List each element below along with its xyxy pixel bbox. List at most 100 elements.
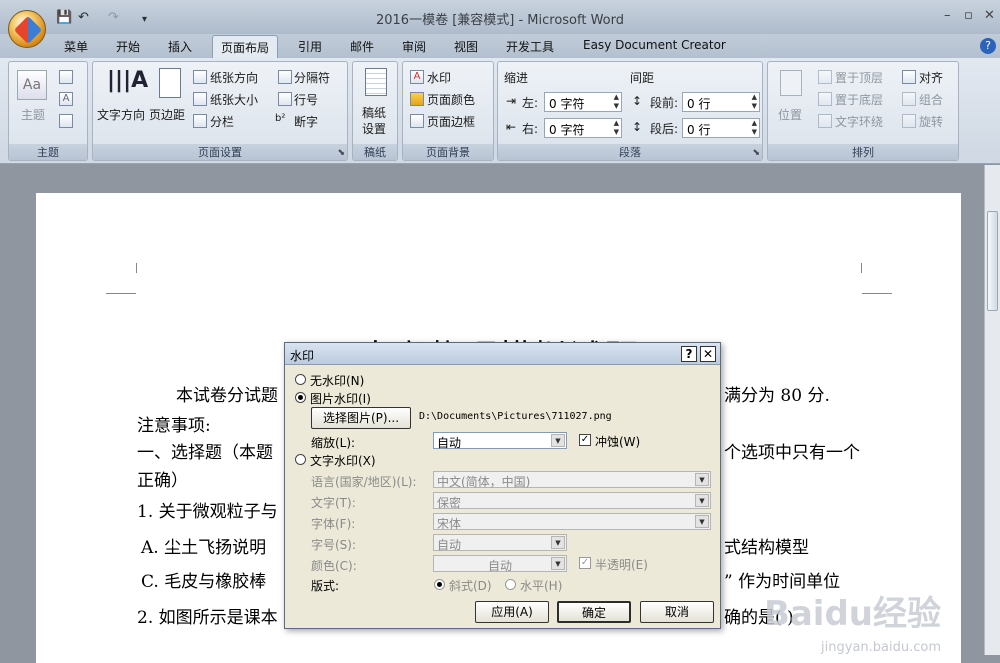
rotate-button[interactable]: 旋转 — [919, 113, 943, 130]
picture-watermark-radio[interactable] — [295, 392, 306, 403]
tab-home[interactable]: 开始 — [116, 38, 140, 55]
theme-effects-icon[interactable] — [59, 114, 73, 128]
apply-button[interactable]: 应用(A) — [475, 601, 549, 623]
doc-line-3-right: 个选项中只有一个 — [724, 443, 860, 463]
help-button[interactable]: ? — [681, 346, 697, 362]
select-picture-button[interactable]: 选择图片(P)... — [311, 407, 411, 429]
horizontal-radio[interactable] — [505, 579, 516, 590]
tab-mailings[interactable]: 邮件 — [350, 38, 374, 55]
text-wrap-icon — [818, 114, 832, 128]
scale-select[interactable]: 自动 ▼ — [433, 432, 567, 450]
breaks-button[interactable]: 分隔符 — [294, 69, 330, 86]
spin-arrows-icon[interactable]: ▲ ▼ — [752, 93, 757, 111]
margins-button[interactable]: 页边距 — [149, 106, 185, 123]
spin-arrows-icon[interactable]: ▲ ▼ — [614, 93, 619, 111]
font-value: 宋体 — [437, 517, 462, 531]
title-bar: 💾 ↶ ↷ ▾ 2016一模卷 [兼容模式] - Microsoft Word … — [0, 0, 1000, 48]
scroll-thumb[interactable] — [987, 211, 998, 311]
no-watermark-label[interactable]: 无水印(N) — [310, 372, 364, 389]
cancel-button[interactable]: 取消 — [640, 601, 714, 623]
spacing-before-value: 0 行 — [687, 97, 711, 111]
font-select[interactable]: 宋体 ▼ — [433, 513, 711, 531]
tab-menu[interactable]: 菜单 — [64, 38, 88, 55]
picture-watermark-label[interactable]: 图片水印(I) — [310, 390, 371, 407]
tab-page-layout[interactable]: 页面布局 — [212, 35, 279, 59]
close-icon[interactable]: ✕ — [700, 346, 716, 362]
chevron-down-icon[interactable]: ▼ — [551, 536, 565, 549]
theme-colors-icon[interactable] — [59, 70, 73, 84]
text-select[interactable]: 保密 ▼ — [433, 492, 711, 510]
text-direction-button[interactable]: 文字方向 — [97, 106, 145, 123]
indent-right-input[interactable]: 0 字符 ▲ ▼ — [544, 118, 622, 138]
spacing-heading: 间距 — [630, 71, 655, 85]
group-icon — [902, 92, 916, 106]
text-watermark-radio[interactable] — [295, 454, 306, 465]
tab-insert[interactable]: 插入 — [168, 38, 192, 55]
office-button[interactable] — [8, 10, 46, 48]
themes-button[interactable]: 主题 — [21, 106, 45, 123]
color-select[interactable]: 自动 ▼ — [433, 555, 567, 573]
chevron-down-icon[interactable]: ▼ — [551, 434, 565, 447]
orientation-button[interactable]: 纸张方向 — [210, 69, 258, 86]
diagonal-label[interactable]: 斜式(D) — [449, 577, 492, 594]
chevron-down-icon[interactable]: ▼ — [551, 557, 565, 570]
group-button[interactable]: 组合 — [919, 91, 943, 108]
semitransparent-checkbox[interactable]: ✓ — [579, 557, 591, 569]
no-watermark-radio[interactable] — [295, 374, 306, 385]
theme-fonts-icon[interactable]: A — [59, 92, 73, 106]
page-color-button[interactable]: 页面颜色 — [427, 91, 475, 108]
semitransparent-label[interactable]: 半透明(E) — [595, 556, 648, 573]
tab-easy-document-creator[interactable]: Easy Document Creator — [583, 38, 726, 52]
hyphenation-button[interactable]: 断字 — [294, 113, 318, 130]
chevron-down-icon[interactable]: ▼ — [695, 494, 709, 507]
group-label-page-setup: 页面设置 — [93, 144, 347, 160]
manuscript-setup-button-line1[interactable]: 稿纸 — [362, 104, 386, 121]
text-watermark-label[interactable]: 文字水印(X) — [310, 452, 376, 469]
chevron-down-icon[interactable]: ▼ — [695, 473, 709, 486]
spin-arrows-icon[interactable]: ▲ ▼ — [752, 119, 757, 137]
minimize-icon[interactable]: – — [944, 8, 951, 23]
tab-references[interactable]: 引用 — [298, 38, 322, 55]
text-wrap-button[interactable]: 文字环绕 — [835, 113, 883, 130]
tab-review[interactable]: 审阅 — [402, 38, 426, 55]
restore-icon[interactable]: ▫ — [964, 8, 973, 23]
spacing-before-input[interactable]: 0 行 ▲ ▼ — [682, 92, 760, 112]
spacing-after-input[interactable]: 0 行 ▲ ▼ — [682, 118, 760, 138]
close-window-icon[interactable]: ✕ — [984, 8, 995, 23]
scale-label: 缩放(L): — [311, 436, 356, 450]
tab-developer[interactable]: 开发工具 — [506, 38, 554, 55]
chevron-down-icon[interactable]: ▼ — [695, 515, 709, 528]
doc-line-3-left: 一、选择题（本题 — [137, 443, 273, 463]
diagonal-radio[interactable] — [434, 579, 445, 590]
page-setup-launcher-icon[interactable]: ⬊ — [337, 148, 345, 158]
help-icon[interactable]: ? — [980, 38, 996, 54]
page-borders-icon — [410, 114, 424, 128]
vertical-scrollbar[interactable] — [984, 165, 1000, 655]
watermark-button[interactable]: 水印 — [427, 69, 451, 86]
page-borders-button[interactable]: 页面边框 — [427, 113, 475, 130]
size-select[interactable]: 自动 ▼ — [433, 534, 567, 552]
text-label: 文字(T): — [311, 496, 356, 510]
tab-view[interactable]: 视图 — [454, 38, 478, 55]
line-numbers-button[interactable]: 行号 — [294, 91, 318, 108]
group-paragraph: 缩进 间距 ⇥ 左: 0 字符 ▲ ▼ ⇤ 右: 0 字符 ▲ ▼ ↕ 段前: 0 行 ▲… — [497, 61, 763, 161]
ok-button[interactable]: 确定 — [557, 601, 631, 623]
doc-line-2: 注意事项: — [137, 416, 211, 436]
language-select[interactable]: 中文(简体，中国) ▼ — [433, 471, 711, 489]
send-back-button[interactable]: 置于底层 — [835, 91, 883, 108]
indent-left-input[interactable]: 0 字符 ▲ ▼ — [544, 92, 622, 112]
size-button[interactable]: 纸张大小 — [210, 91, 258, 108]
font-label: 字体(F): — [311, 517, 356, 531]
paragraph-launcher-icon[interactable]: ⬊ — [752, 148, 760, 158]
align-button[interactable]: 对齐 — [919, 69, 943, 86]
group-label-page-background: 页面背景 — [403, 144, 493, 160]
spacing-after-icon: ↕ — [632, 120, 643, 134]
bring-front-button[interactable]: 置于顶层 — [835, 69, 883, 86]
columns-button[interactable]: 分栏 — [210, 113, 234, 130]
manuscript-setup-button-line2[interactable]: 设置 — [362, 120, 386, 137]
spin-arrows-icon[interactable]: ▲ ▼ — [614, 119, 619, 137]
washout-label[interactable]: 冲蚀(W) — [595, 433, 640, 450]
position-button[interactable]: 位置 — [778, 106, 802, 123]
horizontal-label[interactable]: 水平(H) — [520, 577, 562, 594]
washout-checkbox[interactable]: ✓ — [579, 434, 591, 446]
